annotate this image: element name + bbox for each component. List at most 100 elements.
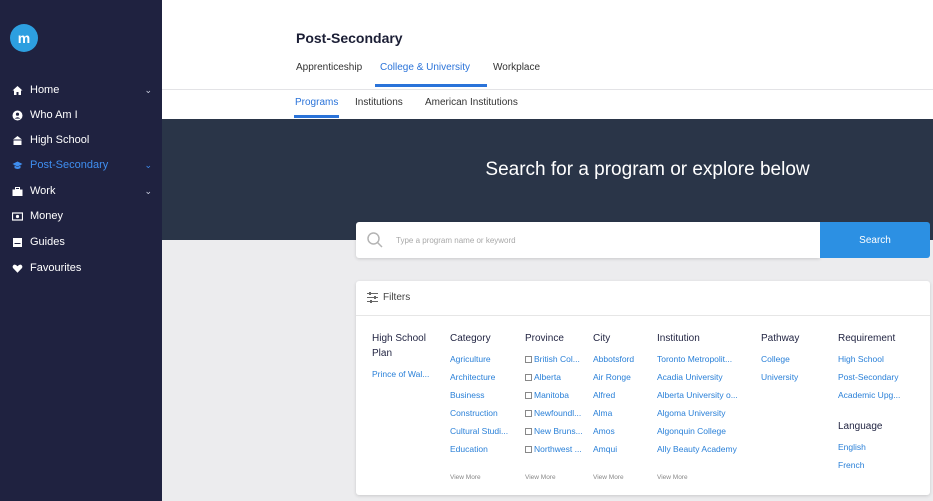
sidebar-item-label: Favourites	[30, 262, 82, 274]
checkbox[interactable]	[525, 374, 532, 381]
filter-option[interactable]: Prince of Wal...	[372, 365, 442, 383]
sidebar-item-favourites[interactable]: Favourites	[0, 256, 162, 280]
filter-option[interactable]: Alfred	[593, 386, 649, 404]
subtab-programs[interactable]: Programs	[295, 97, 338, 108]
filter-column-title: Language	[838, 421, 883, 432]
tab-college-university[interactable]: College & University	[380, 62, 470, 73]
filters-label: Filters	[383, 292, 411, 303]
chevron-down-icon[interactable]: ⌄	[144, 85, 152, 96]
filter-option[interactable]: Algonquin College	[657, 422, 753, 440]
sidebar-item-guides[interactable]: Guides	[0, 230, 162, 254]
sub-navigation: Programs Institutions American Instituti…	[162, 90, 933, 119]
filters-header[interactable]: Filters	[356, 281, 930, 316]
filter-option[interactable]: Alberta University o...	[657, 386, 753, 404]
chevron-down-icon[interactable]: ⌄	[144, 160, 152, 171]
filter-option[interactable]: University	[761, 368, 821, 386]
filter-option-label: Manitoba	[534, 390, 569, 400]
money-icon	[12, 211, 23, 222]
sidebar-item-label: Post-Secondary	[30, 159, 109, 171]
page-title: Post-Secondary	[296, 30, 403, 46]
subtab-american-institutions[interactable]: American Institutions	[425, 97, 518, 108]
filter-option[interactable]: Business	[450, 386, 520, 404]
filter-column-title: Category	[450, 333, 491, 344]
checkbox[interactable]	[525, 356, 532, 363]
filter-column-title: Pathway	[761, 333, 800, 344]
filter-column-high-school-plan: High School Plan Prince of Wal...	[372, 331, 442, 383]
filter-option[interactable]: Northwest ...	[525, 440, 595, 458]
sidebar-item-label: Who Am I	[30, 109, 78, 121]
filter-column-title: High School Plan	[372, 333, 426, 359]
filter-column-requirement: Requirement High School Post-Secondary A…	[838, 331, 918, 404]
sidebar-item-money[interactable]: Money	[0, 204, 162, 228]
filter-option-label: Alberta	[534, 372, 561, 382]
page-header: Post-Secondary Apprenticeship College & …	[162, 0, 933, 90]
graduation-cap-icon	[12, 160, 23, 171]
filter-option[interactable]: Agriculture	[450, 350, 520, 368]
filter-option[interactable]: Construction	[450, 404, 520, 422]
filter-option[interactable]: High School	[838, 350, 918, 368]
sidebar-item-post-secondary[interactable]: Post-Secondary ⌄	[0, 153, 162, 177]
filter-column-title: Province	[525, 333, 564, 344]
filter-option[interactable]: Cultural Studi...	[450, 422, 520, 440]
filter-option[interactable]: Post-Secondary	[838, 368, 918, 386]
filter-option[interactable]: French	[838, 456, 918, 474]
filter-option-label: Northwest ...	[534, 444, 582, 454]
filter-option[interactable]: Algoma University	[657, 404, 753, 422]
filter-column-title: Requirement	[838, 333, 896, 344]
filter-option[interactable]: Ally Beauty Academy	[657, 440, 753, 458]
checkbox[interactable]	[525, 410, 532, 417]
filter-column-category: Category Agriculture Architecture Busine…	[450, 331, 520, 458]
filter-option[interactable]: Amos	[593, 422, 649, 440]
chevron-down-icon[interactable]: ⌄	[144, 186, 152, 197]
view-more-link-city[interactable]: View More	[593, 474, 624, 481]
filter-option[interactable]: Manitoba	[525, 386, 595, 404]
filter-option[interactable]: Abbotsford	[593, 350, 649, 368]
filter-option[interactable]: Toronto Metropolit...	[657, 350, 753, 368]
sidebar-item-work[interactable]: Work ⌄	[0, 179, 162, 203]
filter-option[interactable]: Alberta	[525, 368, 595, 386]
filter-option[interactable]: Alma	[593, 404, 649, 422]
sidebar-item-who-am-i[interactable]: Who Am I	[0, 103, 162, 127]
filter-option[interactable]: British Col...	[525, 350, 595, 368]
briefcase-icon	[12, 186, 23, 197]
search-icon	[367, 232, 383, 248]
home-icon	[12, 85, 23, 96]
filter-option[interactable]: Amqui	[593, 440, 649, 458]
view-more-link-province[interactable]: View More	[525, 474, 556, 481]
sidebar-item-high-school[interactable]: High School	[0, 128, 162, 152]
sidebar-item-label: Money	[30, 210, 64, 222]
filter-option[interactable]: Architecture	[450, 368, 520, 386]
sidebar: m Home ⌄ Who Am I High School Post-Secon…	[0, 0, 162, 501]
checkbox[interactable]	[525, 392, 532, 399]
filter-column-province: Province British Col... Alberta Manitoba…	[525, 331, 595, 458]
filter-column-language: Language English French	[838, 419, 918, 474]
hero-heading: Search for a program or explore below	[485, 159, 810, 180]
subtab-selected-indicator	[294, 115, 339, 118]
sidebar-item-label: High School	[30, 134, 90, 146]
book-icon	[12, 237, 23, 248]
filter-option[interactable]: Air Ronge	[593, 368, 649, 386]
checkbox[interactable]	[525, 446, 532, 453]
search-input[interactable]	[396, 232, 796, 248]
view-more-link-institution[interactable]: View More	[657, 474, 688, 481]
tab-apprenticeship[interactable]: Apprenticeship	[296, 62, 362, 73]
search-bar	[356, 222, 820, 258]
sidebar-item-label: Home	[30, 84, 60, 96]
filter-option[interactable]: Newfoundl...	[525, 404, 595, 422]
filter-option[interactable]: Education	[450, 440, 520, 458]
sidebar-item-label: Work	[30, 185, 56, 197]
filter-option[interactable]: New Bruns...	[525, 422, 595, 440]
tab-workplace[interactable]: Workplace	[493, 62, 540, 73]
checkbox[interactable]	[525, 428, 532, 435]
filter-option[interactable]: English	[838, 438, 918, 456]
filter-option[interactable]: Acadia University	[657, 368, 753, 386]
search-button[interactable]: Search	[820, 222, 930, 258]
school-icon	[12, 135, 23, 146]
logo[interactable]: m	[10, 24, 38, 52]
view-more-link-category[interactable]: View More	[450, 474, 481, 481]
sidebar-item-home[interactable]: Home ⌄	[0, 78, 162, 102]
filter-column-title: Institution	[657, 333, 700, 344]
filter-option[interactable]: College	[761, 350, 821, 368]
filter-option[interactable]: Academic Upg...	[838, 386, 918, 404]
subtab-institutions[interactable]: Institutions	[355, 97, 403, 108]
